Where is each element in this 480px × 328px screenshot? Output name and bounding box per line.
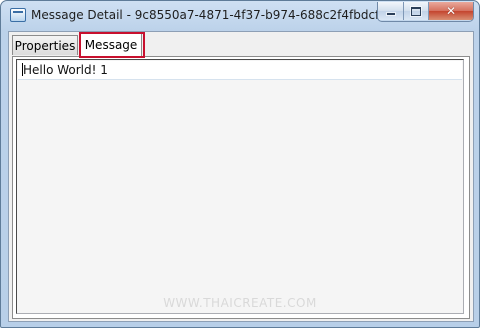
minimize-icon: [386, 13, 395, 15]
application-icon: [10, 8, 26, 22]
current-line-highlight: Hello World! 1: [18, 61, 462, 80]
message-tab-panel: Hello World! 1 WWW.THAICREATE.COM: [12, 56, 470, 319]
tab-properties[interactable]: Properties: [12, 35, 78, 55]
tab-message[interactable]: Message: [80, 33, 142, 56]
maximize-icon: [411, 6, 421, 16]
message-textbox[interactable]: Hello World! 1 WWW.THAICREATE.COM: [16, 59, 464, 314]
message-detail-window: Message Detail - 9c8550a7-4871-4f37-b974…: [0, 0, 480, 328]
title-bar[interactable]: Message Detail - 9c8550a7-4871-4f37-b974…: [1, 1, 479, 30]
close-icon: ✕: [445, 4, 457, 18]
watermark: WWW.THAICREATE.COM: [163, 296, 317, 310]
caption-buttons: ✕: [377, 2, 474, 22]
maximize-button[interactable]: [404, 2, 429, 20]
message-text: Hello World! 1: [23, 63, 108, 77]
close-button[interactable]: ✕: [429, 2, 473, 20]
client-area: Properties Message Hello World! 1 WWW.TH…: [8, 31, 474, 322]
minimize-button[interactable]: [378, 2, 404, 20]
window-title: Message Detail - 9c8550a7-4871-4f37-b974…: [31, 8, 380, 22]
